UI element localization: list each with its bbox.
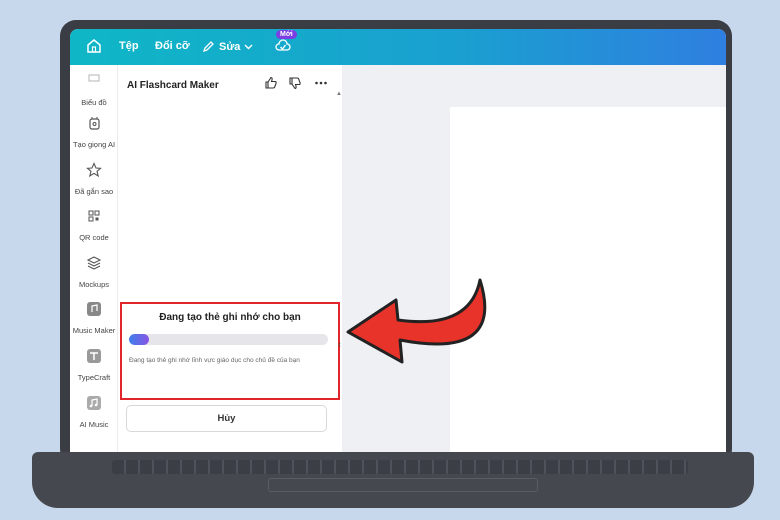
resize-label: Đổi cỡ: [155, 40, 190, 52]
thumbs-down-icon[interactable]: [288, 76, 302, 90]
rail-item-charts[interactable]: Biểu đồ: [70, 73, 118, 107]
rail-item-typecraft[interactable]: TypeCraft: [70, 348, 118, 382]
chart-icon: [88, 74, 100, 82]
cancel-button[interactable]: Hủy: [126, 405, 327, 432]
progress-fill: [129, 334, 149, 345]
progress-description: Đang tạo thẻ ghi nhớ lĩnh vực giáo dục c…: [129, 357, 300, 364]
home-button[interactable]: [86, 38, 102, 54]
typecraft-icon: [87, 349, 101, 363]
canvas-area: [342, 65, 726, 452]
file-menu-button[interactable]: Tệp: [119, 40, 139, 52]
annotation-arrow: [346, 278, 487, 364]
chevron-down-icon: [244, 44, 253, 50]
rail-item-label: Biểu đồ: [81, 98, 107, 107]
rail-item-label: QR code: [79, 233, 109, 242]
file-menu-label: Tệp: [119, 40, 139, 52]
rail-item-label: Đã gắn sao: [74, 187, 114, 196]
keyboard: [112, 460, 688, 474]
rail-item-ai-music[interactable]: AI Music: [70, 395, 118, 429]
rail-item-starred[interactable]: Đã gắn sao: [70, 162, 118, 196]
edit-menu-label: Sửa: [219, 40, 241, 53]
voice-icon: [89, 117, 100, 130]
rail-item-label: Tạo giọng AI: [72, 140, 116, 149]
progress-card: Đang tạo thẻ ghi nhớ cho bạn Đang tạo th…: [120, 302, 340, 400]
home-icon: [87, 39, 101, 53]
more-options-icon[interactable]: [314, 76, 328, 90]
new-badge: Mới: [276, 30, 297, 39]
star-icon: [86, 162, 102, 178]
thumbs-up-icon[interactable]: [264, 76, 278, 90]
music-maker-icon: [87, 302, 101, 316]
rail-item-label: AI Music: [79, 420, 109, 429]
rail-item-ai-voice[interactable]: Tạo giọng AI: [70, 115, 118, 149]
app-screen: Tệp Đổi cỡ Sửa Mới Biểu đồ Tạo giọng AI …: [70, 29, 726, 452]
resize-button[interactable]: Đổi cỡ: [155, 40, 190, 52]
layers-icon: [86, 256, 102, 270]
rail-item-label: Music Maker: [72, 326, 116, 335]
laptop-base: [32, 452, 754, 508]
music-note-icon: [87, 396, 101, 410]
pencil-icon: [202, 41, 214, 53]
side-rail: Biểu đồ Tạo giọng AI Đã gắn sao QR code …: [70, 65, 118, 452]
panel-title: AI Flashcard Maker: [127, 80, 219, 91]
cloud-check-icon: [275, 39, 291, 51]
top-toolbar: Tệp Đổi cỡ Sửa Mới: [70, 29, 726, 65]
qr-code-icon: [88, 210, 100, 222]
save-status-button[interactable]: [275, 38, 291, 54]
design-page[interactable]: [450, 107, 726, 452]
rail-item-music-maker[interactable]: Music Maker: [70, 301, 118, 335]
flashcard-panel: AI Flashcard Maker ▲ Đang tạo thẻ ghi nh…: [118, 65, 342, 452]
rail-item-label: Mockups: [78, 280, 109, 289]
progress-bar: [129, 334, 328, 345]
touchpad: [268, 478, 538, 492]
progress-title: Đang tạo thẻ ghi nhớ cho bạn: [159, 312, 301, 323]
rail-item-qr-code[interactable]: QR code: [70, 208, 118, 242]
rail-item-mockups[interactable]: Mockups: [70, 255, 118, 289]
rail-item-label: TypeCraft: [77, 373, 111, 382]
edit-menu-button[interactable]: Sửa: [202, 40, 253, 53]
